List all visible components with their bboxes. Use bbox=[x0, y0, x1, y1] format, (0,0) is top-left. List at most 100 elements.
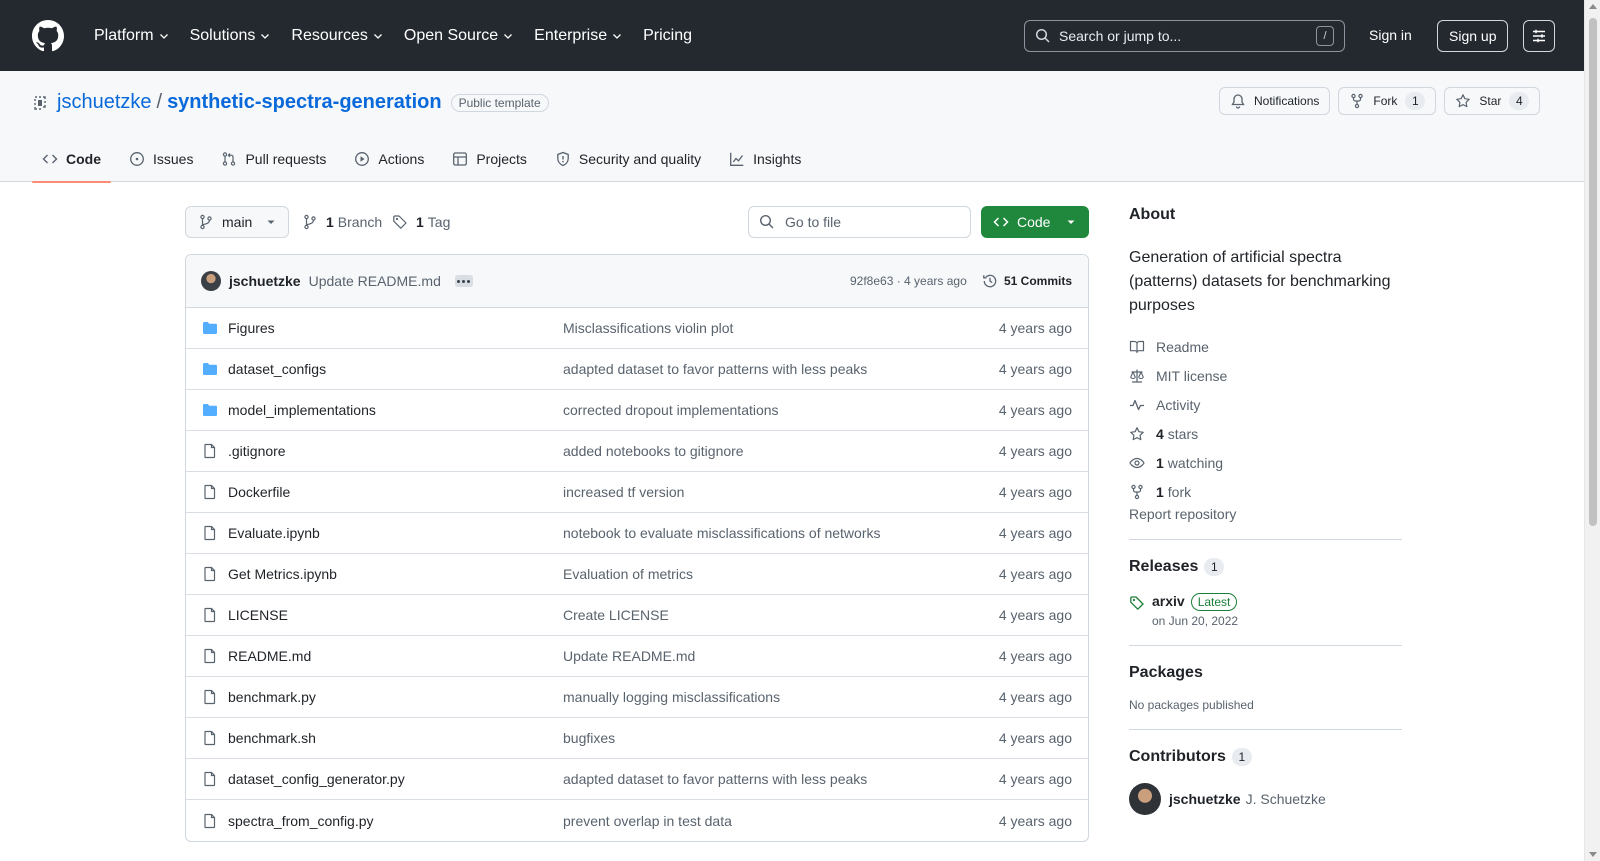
releases-heading[interactable]: Releases 1 bbox=[1129, 558, 1402, 576]
scroll-up-arrow-icon[interactable] bbox=[1589, 4, 1597, 9]
notifications-button[interactable]: Notifications bbox=[1219, 87, 1331, 115]
file-commit-message-link[interactable]: bugfixes bbox=[563, 730, 615, 746]
tab-issues[interactable]: Issues bbox=[119, 135, 203, 182]
file-commit-message-link[interactable]: increased tf version bbox=[563, 484, 684, 500]
file-row[interactable]: .gitignore added notebooks to gitignore 4 … bbox=[186, 431, 1088, 472]
file-commit-message-link[interactable]: adapted dataset to favor patterns with l… bbox=[563, 771, 867, 787]
sign-in-link[interactable]: Sign in bbox=[1365, 24, 1416, 46]
readme-link[interactable]: Readme bbox=[1129, 332, 1402, 361]
tab-security[interactable]: Security and quality bbox=[545, 135, 711, 182]
watchers-link[interactable]: 1 watching bbox=[1129, 448, 1402, 477]
latest-release[interactable]: arxiv Latest on Jun 20, 2022 bbox=[1129, 593, 1402, 628]
file-commit-message-link[interactable]: added notebooks to gitignore bbox=[563, 443, 744, 459]
contributor-full-name: J. Schuetzke bbox=[1245, 791, 1326, 807]
file-row[interactable]: spectra_from_config.py prevent overlap in… bbox=[186, 800, 1088, 841]
commit-message-link[interactable]: Update README.md bbox=[309, 273, 441, 289]
go-to-file-input[interactable]: Go to file bbox=[748, 206, 971, 238]
file-commit-message-link[interactable]: Misclassifications violin plot bbox=[563, 320, 733, 336]
contributor-item[interactable]: jschuetzke J. Schuetzke bbox=[1129, 783, 1402, 815]
menu-button[interactable] bbox=[1523, 20, 1555, 52]
page-scrollbar[interactable] bbox=[1584, 0, 1600, 861]
file-name-link[interactable]: Get Metrics.ipynb bbox=[228, 566, 337, 582]
global-search-input[interactable]: Search or jump to... / bbox=[1024, 20, 1345, 52]
tag-icon bbox=[1130, 596, 1144, 610]
commit-author-avatar[interactable] bbox=[201, 271, 221, 291]
file-commit-message-link[interactable]: notebook to evaluate misclassifications … bbox=[563, 525, 881, 541]
nav-enterprise[interactable]: Enterprise bbox=[526, 20, 631, 52]
file-name-link[interactable]: model_implementations bbox=[228, 402, 376, 418]
branches-link[interactable]: 1 Branch bbox=[302, 206, 382, 238]
file-name-link[interactable]: Dockerfile bbox=[228, 484, 290, 500]
file-row[interactable]: dataset_configs adapted dataset to favor … bbox=[186, 349, 1088, 390]
forks-link[interactable]: 1 fork bbox=[1129, 477, 1402, 506]
file-name-link[interactable]: LICENSE bbox=[228, 607, 288, 623]
chevron-down-icon bbox=[261, 33, 270, 39]
file-row[interactable]: dataset_config_generator.py adapted datas… bbox=[186, 759, 1088, 800]
repo-name-link[interactable]: synthetic-spectra-generation bbox=[167, 91, 442, 114]
file-icon bbox=[202, 607, 218, 623]
branch-selector[interactable]: main bbox=[185, 206, 290, 238]
code-dropdown-button[interactable]: Code bbox=[981, 206, 1089, 238]
packages-heading[interactable]: Packages bbox=[1129, 664, 1402, 682]
nav-resources[interactable]: Resources bbox=[283, 20, 391, 52]
file-commit-message-link[interactable]: Create LICENSE bbox=[563, 607, 669, 623]
file-icon bbox=[202, 648, 218, 664]
file-commit-message-link[interactable]: prevent overlap in test data bbox=[563, 813, 732, 829]
file-row[interactable]: Figures Misclassifications violin plot 4 y… bbox=[186, 308, 1088, 349]
file-name-link[interactable]: .gitignore bbox=[228, 443, 286, 459]
file-commit-age: 4 years ago bbox=[998, 771, 1072, 787]
tab-actions[interactable]: Actions bbox=[344, 135, 434, 182]
tab-projects[interactable]: Projects bbox=[442, 135, 537, 182]
fork-button[interactable]: Fork 1 bbox=[1338, 87, 1437, 115]
star-button[interactable]: Star 4 bbox=[1444, 87, 1541, 115]
nav-solutions[interactable]: Solutions bbox=[182, 20, 280, 52]
file-commit-message-link[interactable]: corrected dropout implementations bbox=[563, 402, 779, 418]
nav-pricing[interactable]: Pricing bbox=[635, 20, 700, 52]
commit-sha-age[interactable]: 92f8e63 · 4 years ago bbox=[850, 274, 967, 288]
license-link[interactable]: MIT license bbox=[1129, 361, 1402, 390]
activity-link[interactable]: Activity bbox=[1129, 390, 1402, 419]
contributor-login[interactable]: jschuetzke bbox=[1169, 791, 1241, 807]
file-name-link[interactable]: spectra_from_config.py bbox=[228, 813, 374, 829]
file-row[interactable]: Dockerfile increased tf version 4 years ag… bbox=[186, 472, 1088, 513]
tab-code[interactable]: Code bbox=[32, 135, 111, 183]
scroll-down-arrow-icon[interactable] bbox=[1589, 852, 1597, 857]
contributor-avatar[interactable] bbox=[1129, 783, 1161, 815]
nav-open-source[interactable]: Open Source bbox=[396, 20, 522, 52]
file-name-link[interactable]: README.md bbox=[228, 648, 311, 664]
report-repository-link[interactable]: Report repository bbox=[1129, 506, 1236, 522]
nav-solutions-label: Solutions bbox=[189, 26, 256, 44]
commit-author-link[interactable]: jschuetzke bbox=[229, 273, 301, 289]
file-row[interactable]: Get Metrics.ipynb Evaluation of metrics 4 … bbox=[186, 554, 1088, 595]
file-row[interactable]: benchmark.sh bugfixes 4 years ago bbox=[186, 718, 1088, 759]
file-row[interactable]: model_implementations corrected dropout i… bbox=[186, 390, 1088, 431]
file-commit-message-link[interactable]: Update README.md bbox=[563, 648, 695, 664]
file-name-link[interactable]: Figures bbox=[228, 320, 275, 336]
file-row[interactable]: LICENSE Create LICENSE 4 years ago bbox=[186, 595, 1088, 636]
expand-commit-button[interactable] bbox=[454, 275, 473, 287]
repo-owner-link[interactable]: jschuetzke bbox=[57, 91, 152, 114]
nav-platform[interactable]: Platform bbox=[86, 20, 178, 52]
file-commit-message-link[interactable]: adapted dataset to favor patterns with l… bbox=[563, 361, 867, 377]
file-commit-message-link[interactable]: manually logging misclassifications bbox=[563, 689, 780, 705]
tags-link[interactable]: 1 Tag bbox=[392, 206, 450, 238]
stars-link[interactable]: 4 stars bbox=[1129, 419, 1402, 448]
commits-history-link[interactable]: 51 Commits bbox=[982, 273, 1072, 289]
file-name-link[interactable]: benchmark.sh bbox=[228, 730, 316, 746]
file-name-link[interactable]: Evaluate.ipynb bbox=[228, 525, 320, 541]
contributors-heading[interactable]: Contributors 1 bbox=[1129, 748, 1402, 766]
sign-up-button[interactable]: Sign up bbox=[1437, 20, 1509, 52]
file-row[interactable]: Evaluate.ipynb notebook to evaluate miscl… bbox=[186, 513, 1088, 554]
about-links: Readme MIT license Activity 4 stars 1 watc… bbox=[1129, 332, 1402, 506]
github-logo-icon[interactable] bbox=[32, 19, 64, 52]
file-name-link[interactable]: benchmark.py bbox=[228, 689, 316, 705]
scrollbar-thumb[interactable] bbox=[1589, 18, 1597, 526]
file-commit-message-link[interactable]: Evaluation of metrics bbox=[563, 566, 693, 582]
file-row[interactable]: benchmark.py manually logging misclassifi… bbox=[186, 677, 1088, 718]
file-row[interactable]: README.md Update README.md 4 years ago bbox=[186, 636, 1088, 677]
file-commit-age: 4 years ago bbox=[998, 730, 1072, 746]
file-name-link[interactable]: dataset_config_generator.py bbox=[228, 771, 405, 787]
file-name-link[interactable]: dataset_configs bbox=[228, 361, 326, 377]
tab-pull-requests[interactable]: Pull requests bbox=[211, 135, 336, 182]
tab-insights[interactable]: Insights bbox=[719, 135, 811, 182]
